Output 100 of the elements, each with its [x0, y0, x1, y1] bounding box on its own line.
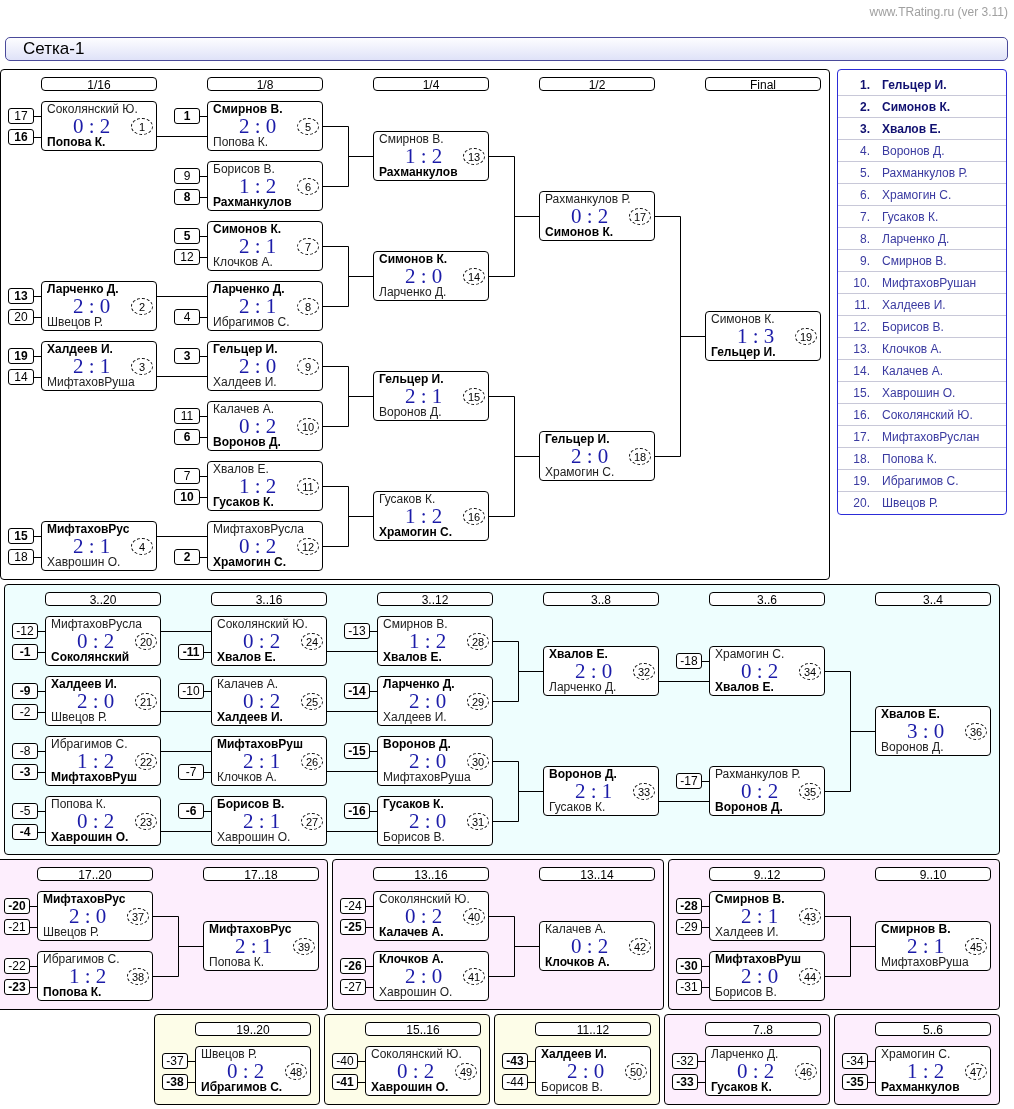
seed-number: -9 — [12, 683, 38, 699]
match-score: 0 : 2 — [571, 937, 609, 955]
player-name: Смирнов В. — [715, 892, 785, 907]
round-header: 1/8 — [207, 77, 323, 91]
match-score: 2 : 1 — [741, 907, 779, 925]
standing-rank: 9. — [859, 253, 870, 268]
player-name: Гельцер И. — [213, 342, 278, 357]
standing-rank: 20. — [852, 495, 870, 510]
round-header: 5..6 — [875, 1022, 991, 1036]
seed-number: 18 — [8, 549, 34, 565]
standing-rank: 19. — [852, 473, 870, 488]
seed-number: -6 — [178, 803, 204, 819]
player-name: МифтаховРушан — [882, 275, 977, 290]
seed-number: 6 — [174, 429, 200, 445]
player-name: Ибрагимов С. — [213, 315, 290, 330]
round-header: 11..12 — [535, 1022, 651, 1036]
player-name: Клочков А. — [213, 255, 273, 270]
seed-number: 5 — [174, 228, 200, 244]
match-score: 0 : 2 — [73, 117, 111, 135]
seed-number: 9 — [174, 168, 200, 184]
player-name: Гусаков К. — [549, 800, 606, 815]
player-name: Швецов Р. — [47, 315, 104, 330]
player-name: Калачев А. — [379, 925, 444, 940]
round-header: 7..8 — [705, 1022, 821, 1036]
seed-number: -5 — [12, 803, 38, 819]
match-score: 2 : 1 — [73, 537, 111, 555]
match-score: 2 : 0 — [73, 297, 111, 315]
match-score: 0 : 2 — [405, 907, 443, 925]
round-header: 9..10 — [875, 867, 991, 881]
player-name: Хаврошин О. — [51, 830, 129, 845]
match-score: 2 : 1 — [73, 357, 111, 375]
player-name: Хвалов Е. — [715, 680, 774, 695]
player-name: Борисов В. — [213, 162, 275, 177]
player-name: Борисов В. — [715, 985, 777, 1000]
player-name: Ларченко Д. — [383, 677, 455, 692]
match-score: 2 : 1 — [235, 937, 273, 955]
match-score: 0 : 2 — [397, 1062, 435, 1080]
standing-rank: 2. — [859, 99, 870, 114]
round-header: 3..8 — [543, 592, 659, 606]
standing-rank: 8. — [859, 231, 870, 246]
player-name: Смирнов В. — [882, 253, 947, 268]
seed-number: -30 — [676, 958, 702, 974]
match-score: 3 : 0 — [907, 722, 945, 740]
match-score: 0 : 2 — [239, 417, 277, 435]
player-name: Халдеев И. — [213, 375, 277, 390]
round-header: 3..20 — [45, 592, 161, 606]
player-name: Симонов К. — [545, 225, 614, 240]
player-name: Калачев А. — [545, 922, 607, 937]
player-name: Халдеев И. — [383, 710, 447, 725]
player-name: Соколянский Ю. — [371, 1047, 462, 1062]
seed-number: -14 — [344, 683, 370, 699]
seed-number: -44 — [502, 1074, 528, 1090]
player-name: Хвалов Е. — [213, 462, 269, 477]
player-name: Клочков А. — [379, 952, 444, 967]
seed-number: -27 — [340, 979, 366, 995]
match-score: 1 : 2 — [239, 177, 277, 195]
player-name: Соколянский — [51, 650, 130, 665]
player-name: МифтаховРусла — [51, 617, 142, 632]
round-header: 13..16 — [373, 867, 489, 881]
seed-number: -23 — [4, 979, 30, 995]
player-name: Гусаков К. — [882, 209, 939, 224]
seed-number: -2 — [12, 704, 38, 720]
player-name: Борисов В. — [383, 830, 445, 845]
player-name: МифтаховРуслан — [882, 429, 980, 444]
bracket-title: Сетка-1 — [22, 39, 85, 59]
match-score: 2 : 0 — [239, 357, 277, 375]
seed-number: -17 — [676, 773, 702, 789]
seed-number: -13 — [344, 623, 370, 639]
standing-rank: 6. — [859, 187, 870, 202]
seed-number: 10 — [174, 489, 200, 505]
player-name: Храмогин С. — [545, 465, 615, 480]
player-name: МифтаховРус — [43, 892, 126, 907]
round-header: 17..18 — [203, 867, 319, 881]
player-name: Хаврошин О. — [217, 830, 291, 845]
player-name: МифтаховРус — [209, 922, 292, 937]
player-name: МифтаховРуша — [47, 375, 135, 390]
player-name: Ибрагимов С. — [201, 1080, 283, 1095]
match-score: 2 : 0 — [69, 907, 107, 925]
player-name: МифтаховРуш — [715, 952, 802, 967]
player-name: Гельцер И. — [711, 345, 776, 360]
standing-rank: 7. — [859, 209, 870, 224]
round-header: 3..16 — [211, 592, 327, 606]
player-name: МифтаховРуша — [881, 955, 969, 970]
player-name: Клочков А. — [545, 955, 610, 970]
player-name: Клочков А. — [882, 341, 942, 356]
seed-number: -40 — [332, 1053, 358, 1069]
seed-number: 15 — [8, 528, 34, 544]
seed-number: 3 — [174, 348, 200, 364]
match-score: 0 : 2 — [227, 1062, 265, 1080]
player-name: Халдеев И. — [47, 342, 113, 357]
match-score: 0 : 2 — [571, 207, 609, 225]
player-name: Ларченко Д. — [549, 680, 617, 695]
standing-rank: 14. — [852, 363, 870, 378]
seed-number: 14 — [8, 369, 34, 385]
seed-number: -25 — [340, 919, 366, 935]
player-name: Храмогин С. — [213, 555, 286, 570]
player-name: Халдеев И. — [882, 297, 946, 312]
match-score: 1 : 2 — [405, 147, 443, 165]
match-score: 1 : 2 — [405, 507, 443, 525]
standing-rank: 10. — [852, 275, 870, 290]
